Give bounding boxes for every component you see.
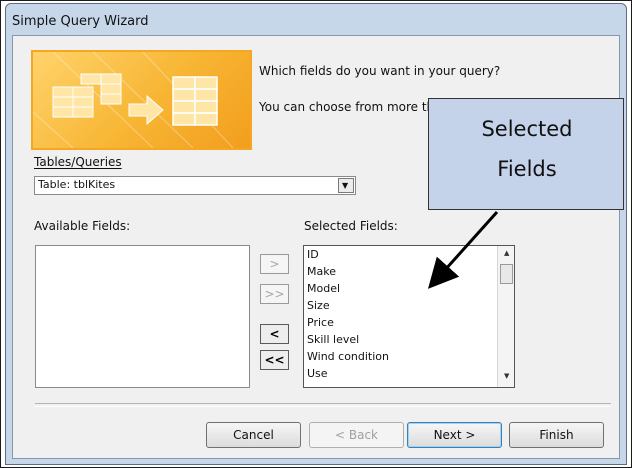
arrow-icon	[427, 210, 499, 289]
annotation-arrow	[427, 210, 499, 289]
